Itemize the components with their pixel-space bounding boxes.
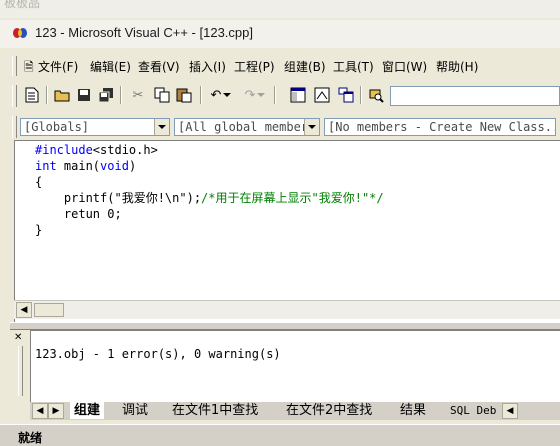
window-title: 123 - Microsoft Visual C++ - [123.cpp] (35, 25, 253, 40)
filter-value: [All global members (178, 120, 316, 134)
menu-help[interactable]: 帮助(H) (436, 58, 478, 75)
code-text: printf("我爱你!\n"); (35, 191, 202, 205)
open-folder-icon[interactable] (52, 85, 72, 105)
tab-results[interactable]: 结果 (400, 402, 426, 419)
output-pane-handle: ✕ (12, 330, 30, 402)
tab-build[interactable]: 组建 (70, 402, 105, 419)
toolbar-separator (274, 86, 276, 104)
filter-combo[interactable]: [All global members (174, 118, 320, 136)
save-all-icon[interactable] (96, 85, 116, 105)
wizardbar-grip[interactable] (12, 116, 17, 138)
code-keyword: int (35, 159, 57, 173)
menubar-grip[interactable] (12, 56, 17, 76)
output-tabs: ◀ ▶ 组建 调试 在文件1中查找 在文件2中查找 结果 SQL Deb ◀ (30, 402, 560, 420)
code-line[interactable]: { (35, 174, 42, 190)
code-text: main( (56, 159, 101, 173)
toolbar-separator (46, 86, 48, 104)
find-in-files-icon[interactable] (366, 85, 386, 105)
scroll-thumb[interactable] (34, 303, 64, 317)
menu-file-icon: 🗎 (24, 60, 34, 74)
save-icon[interactable] (74, 85, 94, 105)
toolbar-separator (120, 86, 122, 104)
toolbar-grip[interactable] (12, 85, 17, 107)
menu-file[interactable]: 文件(F) (38, 58, 78, 75)
wizard-bar: [Globals] [All global members [No member… (10, 114, 560, 140)
class-scope-combo[interactable]: [Globals] (20, 118, 170, 136)
cut-icon[interactable]: ✂ (128, 85, 148, 105)
output-window[interactable]: 123.obj - 1 error(s), 0 warning(s) (30, 330, 560, 403)
tab-scroll-left-icon[interactable]: ◀ (32, 403, 48, 419)
menu-tools[interactable]: 工具(T) (333, 58, 374, 75)
code-text: { (35, 175, 43, 189)
find-input[interactable] (390, 86, 560, 106)
code-text: } (35, 223, 43, 237)
menu-build[interactable]: 组建(B) (284, 58, 326, 75)
code-keyword: void (100, 159, 129, 173)
members-combo[interactable]: [No members - Create New Class...] (324, 118, 556, 136)
close-pane-icon[interactable]: ✕ (14, 332, 22, 343)
menu-bar: 🗎 文件(F) 编辑(E) 查看(V) 插入(I) 工程(P) 组建(B) 工具… (10, 54, 560, 78)
title-bar[interactable]: 123 - Microsoft Visual C++ - [123.cpp] (0, 20, 560, 48)
window-list-icon[interactable] (336, 85, 356, 105)
new-text-file-icon[interactable] (22, 85, 42, 105)
code-keyword: #include (35, 143, 93, 157)
class-scope-value: [Globals] (24, 120, 90, 134)
toolbar-separator (360, 86, 362, 104)
tab-scroll-right-icon[interactable]: ▶ (48, 403, 64, 419)
output-window-icon[interactable] (312, 85, 332, 105)
build-result-text: 123.obj - 1 error(s), 0 warning(s) (35, 347, 281, 361)
code-line[interactable]: retun 0; (35, 206, 122, 222)
visual-cpp-logo-icon (13, 28, 27, 38)
code-line[interactable]: } (35, 222, 42, 238)
code-text: ) (128, 159, 137, 173)
status-text: 就绪 (18, 431, 43, 445)
standard-toolbar: ✂ ↶ ↷ (10, 82, 560, 110)
copy-icon[interactable] (152, 85, 172, 105)
status-bar: 就绪 (0, 424, 560, 445)
tab-find-in-files-2[interactable]: 在文件2中查找 (286, 402, 372, 419)
code-comment: /*用于在屏幕上显示"我爱你!"*/ (201, 191, 384, 205)
members-value: [No members - Create New Class...] (328, 120, 556, 134)
code-line[interactable]: int main(void) (35, 158, 136, 174)
code-text: retun 0; (35, 207, 122, 221)
code-line[interactable]: #include<stdio.h> (35, 142, 158, 158)
menu-insert[interactable]: 插入(I) (189, 58, 226, 75)
paste-icon[interactable] (174, 85, 194, 105)
undo-dropdown-icon[interactable] (222, 85, 232, 105)
tab-sql-debugging[interactable]: SQL Deb (450, 402, 496, 419)
tab-debug[interactable]: 调试 (122, 402, 148, 419)
chevron-down-icon[interactable] (304, 119, 319, 135)
menu-edit[interactable]: 编辑(E) (90, 58, 131, 75)
output-grip[interactable] (18, 346, 23, 396)
scroll-left-icon[interactable]: ◀ (16, 302, 32, 318)
redo-dropdown-icon[interactable] (256, 85, 266, 105)
code-editor[interactable]: #include<stdio.h> int main(void){ printf(… (14, 140, 560, 323)
code-text: <stdio.h> (92, 143, 158, 157)
code-line[interactable]: printf("我爱你!\n");/*用于在屏幕上显示"我爱你!"*/ (35, 190, 384, 206)
toolbar-separator (200, 86, 202, 104)
tab-hscroll-left-icon[interactable]: ◀ (502, 403, 518, 419)
menu-view[interactable]: 查看(V) (138, 58, 180, 75)
editor-horizontal-scrollbar[interactable]: ◀ (14, 300, 560, 319)
menu-window[interactable]: 窗口(W) (382, 58, 427, 75)
background-window-text: 板板品 (4, 0, 41, 10)
menu-project[interactable]: 工程(P) (234, 58, 275, 75)
pane-splitter[interactable] (10, 322, 560, 330)
background-window-strip: 板板品 (0, 0, 560, 19)
chevron-down-icon[interactable] (154, 119, 169, 135)
workspace-icon[interactable] (288, 85, 308, 105)
tab-find-in-files-1[interactable]: 在文件1中查找 (172, 402, 258, 419)
